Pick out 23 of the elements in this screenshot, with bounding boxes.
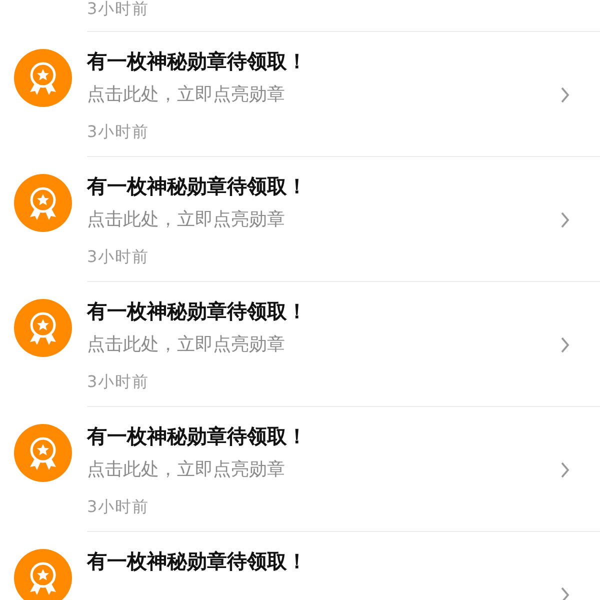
medal-icon [14, 174, 72, 232]
notification-title: 有一枚神秘勋章待领取！ [87, 298, 307, 324]
medal-icon [14, 424, 72, 482]
notification-subtitle: 点击此处，立即点亮勋章 [87, 333, 285, 357]
notification-title: 有一枚神秘勋章待领取！ [87, 423, 307, 449]
time-label: 3小时前 [87, 0, 150, 19]
time-label: 3小时前 [87, 372, 150, 392]
time-label: 3小时前 [87, 497, 150, 517]
notification-subtitle: 点击此处，立即点亮勋章 [87, 458, 285, 482]
time-label: 3小时前 [87, 247, 150, 267]
chevron-right-icon[interactable] [560, 337, 570, 353]
chevron-right-icon[interactable] [560, 212, 570, 228]
medal-icon [14, 49, 72, 107]
chevron-right-icon[interactable] [560, 87, 570, 103]
medal-icon [14, 299, 72, 357]
notification-subtitle: 点击此处，立即点亮勋章 [87, 83, 285, 107]
chevron-right-icon[interactable] [560, 462, 570, 478]
notification-subtitle: 点击此处，立即点亮勋章 [87, 208, 285, 232]
notification-title: 有一枚神秘勋章待领取！ [87, 48, 307, 74]
notification-title: 有一枚神秘勋章待领取！ [87, 173, 307, 199]
notification-title: 有一枚神秘勋章待领取！ [87, 548, 307, 574]
chevron-right-icon[interactable] [560, 587, 570, 600]
time-label: 3小时前 [87, 122, 150, 142]
